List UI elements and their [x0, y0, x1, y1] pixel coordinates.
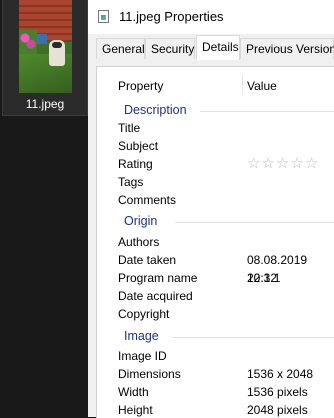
property-row[interactable]: Authors [97, 233, 334, 251]
tab-security[interactable]: Security [145, 38, 195, 59]
image-file-icon [98, 10, 109, 23]
property-name: Program name [118, 271, 198, 285]
property-name: Width [118, 385, 149, 399]
property-row[interactable]: Date acquired [97, 287, 334, 305]
property-row[interactable]: Subject [97, 137, 334, 155]
property-row[interactable]: Date taken 08.08.2019 20:12 [97, 251, 334, 285]
property-row[interactable]: Tags [97, 173, 334, 191]
property-value: 12.3.1 [247, 271, 281, 285]
star-icon[interactable]: ☆ [305, 155, 319, 172]
group-divider [172, 337, 334, 338]
group-heading-origin: Origin [124, 214, 158, 228]
properties-dialog: 11.jpeg Properties General Security Deta… [88, 0, 334, 418]
property-list[interactable]: Property Value Description Title Subject… [96, 66, 334, 418]
title-bar[interactable]: 11.jpeg Properties [88, 0, 334, 32]
property-row[interactable]: Title [97, 119, 334, 137]
property-row[interactable]: Rating ☆☆☆☆☆ [97, 155, 334, 173]
tab-details[interactable]: Details [196, 35, 240, 60]
file-name-label: 11.jpeg [25, 97, 65, 111]
property-value: 1536 pixels [247, 385, 308, 399]
property-row[interactable]: Image ID [97, 347, 334, 365]
property-row[interactable]: Program name 12.3.1 [97, 269, 334, 287]
details-panel: Property Value Description Title Subject… [88, 60, 334, 418]
file-thumbnail-tile[interactable]: 11.jpeg [2, 0, 88, 116]
rating-stars[interactable]: ☆☆☆☆☆ [247, 155, 319, 173]
property-name: Date taken [118, 253, 177, 267]
star-icon[interactable]: ☆ [290, 155, 304, 172]
explorer-pane: 11.jpeg [0, 0, 88, 417]
property-name: Title [118, 121, 141, 135]
group-divider [200, 111, 334, 112]
tab-strip: General Security Details Previous Versio… [88, 34, 334, 60]
property-value: 1536 x 2048 [247, 367, 314, 381]
property-name: Rating [118, 157, 153, 171]
property-name: Comments [118, 193, 177, 207]
column-header-property[interactable]: Property [118, 79, 163, 93]
tab-previous-versions[interactable]: Previous Versions [240, 38, 334, 59]
property-row[interactable]: Copyright [97, 305, 334, 323]
group-divider [175, 222, 334, 223]
group-heading-image: Image [124, 329, 159, 343]
property-name: Tags [118, 175, 144, 189]
tab-general[interactable]: General [96, 38, 145, 59]
column-header-value[interactable]: Value [247, 79, 277, 93]
property-row[interactable]: Dimensions 1536 x 2048 [97, 365, 334, 383]
star-icon[interactable]: ☆ [261, 155, 275, 172]
property-name: Date acquired [118, 289, 193, 303]
column-divider[interactable] [242, 75, 243, 95]
property-name: Height [118, 403, 153, 417]
image-thumbnail [19, 0, 72, 93]
group-heading-description: Description [124, 103, 187, 117]
property-row[interactable]: Comments [97, 191, 334, 209]
property-name: Image ID [118, 349, 167, 363]
star-icon[interactable]: ☆ [247, 155, 261, 172]
star-icon[interactable]: ☆ [276, 155, 290, 172]
property-value: 2048 pixels [247, 403, 308, 417]
property-row[interactable]: Width 1536 pixels [97, 383, 334, 401]
property-name: Dimensions [118, 367, 181, 381]
property-name: Copyright [118, 307, 170, 321]
list-header: Property Value [97, 67, 334, 103]
dialog-title: 11.jpeg Properties [119, 9, 224, 24]
property-row[interactable]: Height 2048 pixels [97, 401, 334, 418]
property-name: Subject [118, 139, 159, 153]
property-name: Authors [118, 235, 160, 249]
